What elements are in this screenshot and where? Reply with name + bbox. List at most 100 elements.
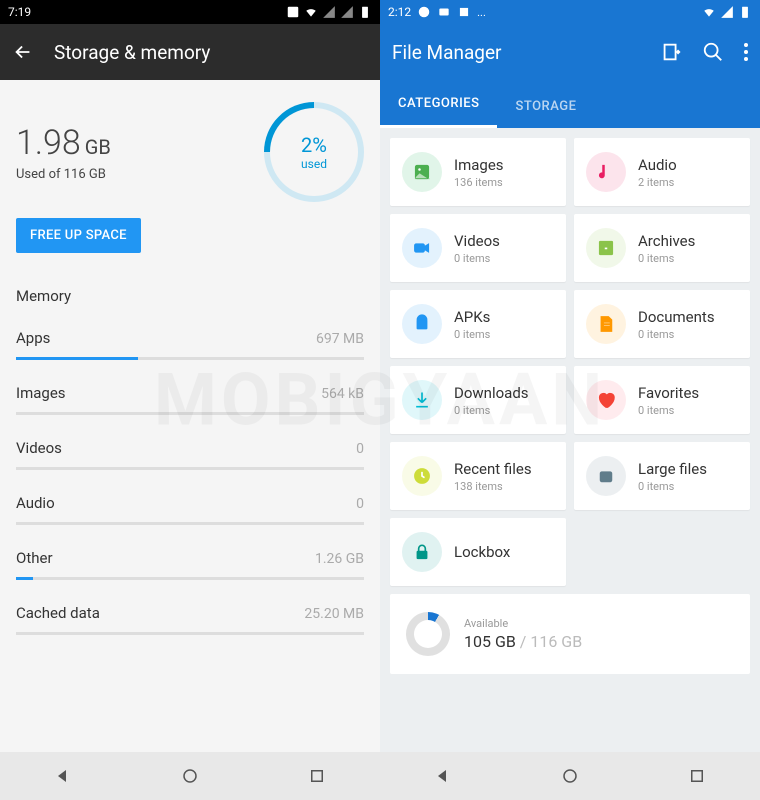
search-icon[interactable] <box>702 41 724 63</box>
camera-icon <box>437 5 451 19</box>
row-value: 564 kB <box>321 386 364 402</box>
more-icon[interactable] <box>744 43 748 61</box>
cleanup-icon[interactable] <box>660 41 682 63</box>
card-title: Downloads <box>454 384 529 402</box>
row-label: Audio <box>16 494 55 512</box>
doc-icon <box>596 314 616 334</box>
tabs: CATEGORIES STORAGE <box>380 80 760 128</box>
signal-icon <box>322 5 336 19</box>
available-card[interactable]: Available 105 GB / 116 GB <box>390 594 750 674</box>
storage-row[interactable]: Other1.26 GB <box>0 535 380 590</box>
row-label: Apps <box>16 329 50 347</box>
wifi-icon <box>304 5 318 19</box>
heart-icon <box>596 390 616 410</box>
android-icon <box>412 314 432 334</box>
nav-back-icon[interactable] <box>54 767 72 785</box>
row-value: 25.20 MB <box>304 606 364 622</box>
music-icon <box>596 162 616 182</box>
file-manager-body: Images 136 items Audio 2 items Videos0 items… <box>380 128 760 752</box>
category-card-apks[interactable]: APKs 0 items <box>390 290 566 358</box>
archive-icon <box>596 238 616 258</box>
storage-row[interactable]: Apps697 MB <box>0 315 380 370</box>
storage-row[interactable]: Cached data 25.20 MB <box>0 590 380 645</box>
app-icon <box>457 5 471 19</box>
category-card-large[interactable]: MB Large files 0 items <box>574 442 750 510</box>
card-subtitle: 0 items <box>454 404 529 417</box>
nav-home-icon[interactable] <box>181 767 199 785</box>
card-title: Favorites <box>638 384 699 402</box>
usage-percent: 2% <box>301 133 327 157</box>
storage-row[interactable]: Videos 0 <box>0 425 380 480</box>
usage-donut-icon <box>406 612 450 656</box>
header: Storage & memory <box>0 24 380 80</box>
storage-body: 1.98GB Used of 116 GB 2% used FREE UP SP… <box>0 80 380 752</box>
lock-icon <box>412 542 432 562</box>
chat-icon <box>417 5 431 19</box>
memory-header: Memory <box>0 273 380 315</box>
card-title: Images <box>454 156 504 174</box>
available-free: 105 GB <box>464 632 516 651</box>
category-card-downloads[interactable]: Downloads 0 items <box>390 366 566 434</box>
nav-recent-icon[interactable] <box>308 767 326 785</box>
available-total: 116 GB <box>530 632 582 651</box>
used-subtitle: Used of 116 GB <box>16 167 111 182</box>
phone-right: 2:12 ... File Manager CATEGORIES STORAGE… <box>380 0 760 800</box>
signal-icon <box>720 5 734 19</box>
card-subtitle: 0 items <box>638 404 699 417</box>
row-label: Videos <box>16 439 62 457</box>
category-card-archives[interactable]: Archives 0 items <box>574 214 750 282</box>
nav-back-icon[interactable] <box>434 767 452 785</box>
status-time: 2:12 <box>388 5 411 19</box>
row-value: 0 <box>356 441 364 457</box>
storage-row[interactable]: Audio0 <box>0 480 380 535</box>
page-title: Storage & memory <box>54 41 210 64</box>
free-up-space-button[interactable]: FREE UP SPACE <box>16 218 141 253</box>
phone-left: 7:19 Storage & memory 1.98GB Used of 116… <box>0 0 380 800</box>
image-icon <box>286 5 300 19</box>
category-card-audio[interactable]: Audio 2 items <box>574 138 750 206</box>
usage-ring: 2% used <box>264 102 364 202</box>
card-title: Audio <box>638 156 677 174</box>
card-title: Documents <box>638 308 715 326</box>
card-subtitle: 2 items <box>638 176 677 189</box>
category-card-favorites[interactable]: Favorites 0 items <box>574 366 750 434</box>
nav-home-icon[interactable] <box>561 767 579 785</box>
card-title: Recent files <box>454 460 532 478</box>
card-subtitle: 0 items <box>638 252 695 265</box>
signal-icon <box>340 5 354 19</box>
storage-row[interactable]: Images 564 kB <box>0 370 380 425</box>
card-title: Large files <box>638 460 707 478</box>
download-icon <box>412 390 432 410</box>
nav-recent-icon[interactable] <box>688 767 706 785</box>
available-label: Available <box>464 617 582 630</box>
row-label: Images <box>16 384 66 402</box>
category-card-lockbox[interactable]: Lockbox <box>390 518 566 586</box>
status-bar: 2:12 ... <box>380 0 760 24</box>
header: File Manager <box>380 24 760 80</box>
large-icon: MB <box>596 466 616 486</box>
card-subtitle: 138 items <box>454 480 532 493</box>
back-icon[interactable] <box>12 41 34 63</box>
card-title: APKs <box>454 308 490 326</box>
image-icon <box>412 162 432 182</box>
clock-icon <box>412 466 432 486</box>
category-card-videos[interactable]: Videos0 items <box>390 214 566 282</box>
nav-bar <box>0 752 380 800</box>
category-card-images[interactable]: Images 136 items <box>390 138 566 206</box>
battery-icon <box>358 5 372 19</box>
used-value: 1.98 <box>16 123 81 163</box>
card-subtitle: 136 items <box>454 176 504 189</box>
used-unit: GB <box>85 135 111 159</box>
card-subtitle: 0 items <box>454 328 490 341</box>
category-card-recent[interactable]: Recent files 138 items <box>390 442 566 510</box>
card-title: Archives <box>638 232 695 250</box>
tab-storage[interactable]: STORAGE <box>497 85 594 128</box>
row-label: Cached data <box>16 604 100 622</box>
tab-categories[interactable]: CATEGORIES <box>380 82 497 128</box>
video-icon <box>412 238 432 258</box>
svg-text:MB: MB <box>602 475 609 481</box>
card-title: Lockbox <box>454 543 510 561</box>
card-subtitle: 0 items <box>638 480 707 493</box>
category-card-documents[interactable]: Documents 0 items <box>574 290 750 358</box>
card-subtitle: 0 items <box>638 328 715 341</box>
